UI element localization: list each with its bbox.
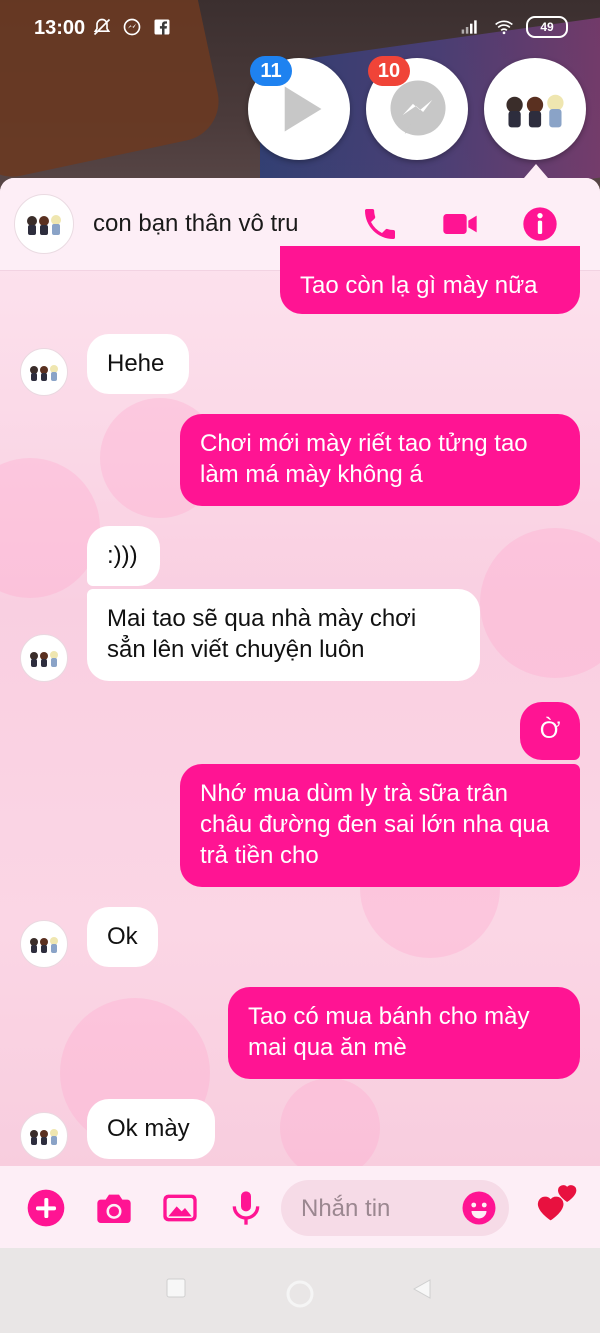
battery-icon: 49 [526, 16, 568, 38]
message-bubble-outgoing[interactable]: Ờ [520, 702, 580, 760]
avatar [20, 348, 68, 396]
avatar [20, 1112, 68, 1160]
group-avatar-icon [30, 1129, 58, 1145]
signal-icon [461, 20, 477, 34]
background-heart [480, 528, 600, 678]
emoji-icon[interactable] [461, 1190, 497, 1226]
message-bubble-outgoing[interactable]: Nhớ mua dùm ly trà sữa trân châu đường đ… [180, 764, 580, 887]
group-avatar-icon [30, 365, 58, 381]
avatar [20, 920, 68, 968]
wifi-icon [495, 20, 513, 35]
hearts-icon[interactable] [536, 1180, 580, 1224]
message-bubble-incoming[interactable]: :))) [87, 526, 160, 586]
status-bar: 13:00 49 [0, 0, 600, 58]
message-input[interactable]: Nhắn tin [281, 1180, 509, 1236]
message-bubble-outgoing[interactable]: Tao còn lạ gì mày nữa [280, 246, 580, 314]
unread-badge: 11 [250, 56, 292, 86]
battery-level: 49 [540, 20, 554, 34]
status-time: 13:00 [34, 17, 86, 39]
video-camera-icon[interactable] [440, 204, 480, 244]
chathead-pointer [524, 164, 548, 178]
group-avatar-icon [27, 215, 61, 235]
message-bubble-incoming[interactable]: Ok [87, 907, 158, 967]
bell-off-icon [93, 18, 111, 36]
group-avatar-icon [30, 937, 58, 953]
microphone-icon[interactable] [226, 1188, 266, 1228]
messenger-chathead[interactable]: 10 [366, 56, 468, 160]
avatar [20, 634, 68, 682]
unread-badge: 10 [368, 56, 410, 86]
system-navigation-bar [0, 1248, 600, 1333]
avatar[interactable] [14, 194, 74, 254]
camera-icon[interactable] [94, 1188, 134, 1228]
video-chathead[interactable]: 11 [248, 56, 350, 160]
group-chathead[interactable] [484, 58, 586, 160]
back-icon[interactable] [412, 1278, 432, 1300]
group-avatar-icon [506, 94, 564, 128]
add-icon[interactable] [26, 1188, 66, 1228]
recent-apps-icon[interactable] [166, 1278, 186, 1298]
group-avatar-icon [30, 651, 58, 667]
phone-icon[interactable] [360, 204, 400, 244]
message-bubble-incoming[interactable]: Ok mày [87, 1099, 215, 1159]
message-bubble-incoming[interactable]: Hehe [87, 334, 189, 394]
background-heart [280, 1078, 380, 1178]
chat-panel: con bạn thân vô tru Tao còn lạ gì mày nữ… [0, 178, 600, 1248]
background-heart [0, 458, 100, 598]
message-input-placeholder: Nhắn tin [301, 1195, 391, 1222]
messenger-icon [123, 18, 141, 36]
home-icon[interactable] [286, 1280, 314, 1308]
message-bubble-outgoing[interactable]: Tao có mua bánh cho mày mai qua ăn mè [228, 987, 580, 1079]
message-composer: Nhắn tin [0, 1166, 600, 1248]
message-bubble-incoming[interactable]: Mai tao sẽ qua nhà mày chơi sẳn lên viết… [87, 589, 480, 681]
facebook-icon [154, 19, 170, 35]
info-icon[interactable] [520, 204, 560, 244]
conversation-title[interactable]: con bạn thân vô tru [93, 210, 298, 238]
image-icon[interactable] [160, 1188, 200, 1228]
message-bubble-outgoing[interactable]: Chơi mới mày riết tao tửng tao làm má mà… [180, 414, 580, 506]
